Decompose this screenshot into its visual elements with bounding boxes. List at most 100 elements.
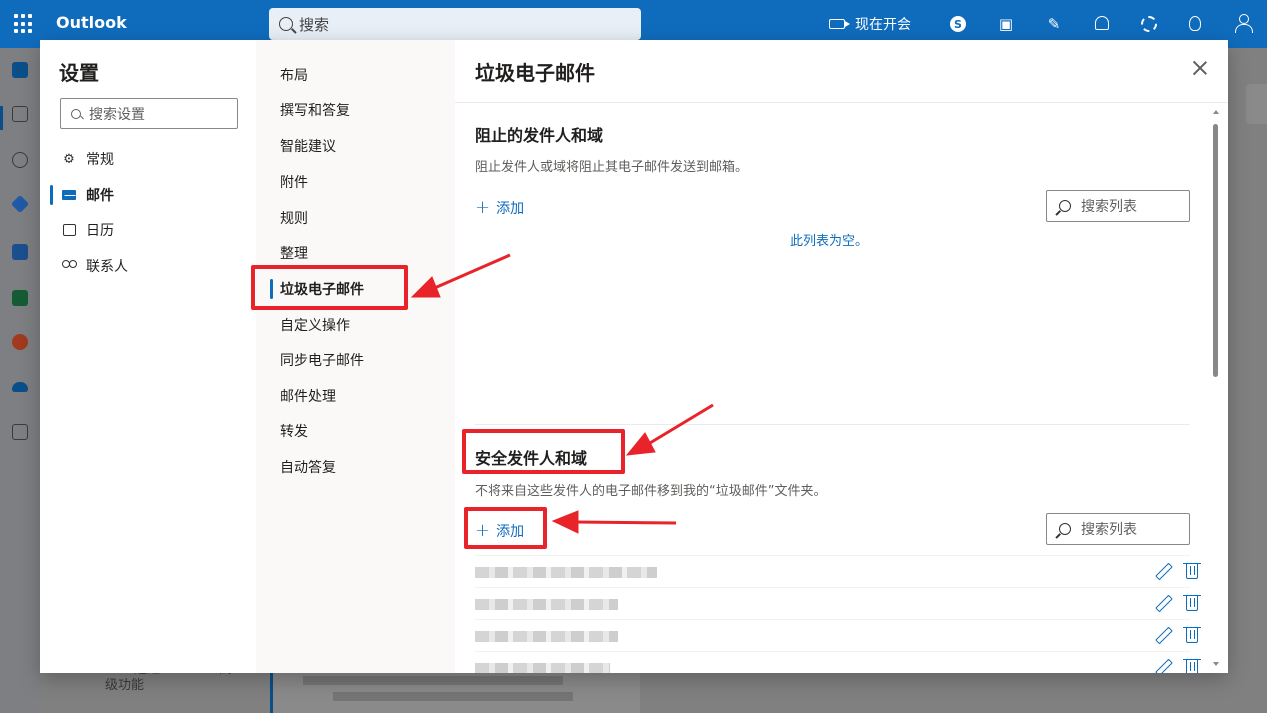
search-icon: [71, 108, 81, 119]
settings-nav-general[interactable]: ⚙ 常规: [50, 145, 114, 173]
onedrive-app-icon[interactable]: [12, 382, 28, 392]
mail-nav-rules[interactable]: 规则: [270, 204, 308, 232]
video-camera-icon: [829, 19, 850, 29]
more-apps-icon[interactable]: [12, 424, 28, 440]
highlight-junk-email-nav: [251, 265, 408, 310]
mail-nav-sweep[interactable]: 整理: [270, 239, 308, 267]
blocked-senders-description: 阻止发件人或域将阻止其电子邮件发送到邮箱。: [475, 160, 749, 175]
delete-icon[interactable]: [1183, 659, 1201, 673]
excel-app-icon[interactable]: [12, 290, 28, 306]
blocked-list-search-input[interactable]: 搜索列表: [1046, 190, 1190, 222]
settings-dialog: 设置 搜索设置 ⚙ 常规 邮件 日历 联系人 布局 撰写和答复 智能建议 附件 …: [40, 40, 1228, 673]
close-icon[interactable]: [1192, 60, 1208, 76]
safe-sender-row: [475, 555, 1201, 587]
mail-nav-message-handling[interactable]: 邮件处理: [270, 382, 336, 410]
app-rail: [0, 48, 40, 713]
mail-icon: [62, 188, 76, 202]
safe-list-search-input[interactable]: 搜索列表: [1046, 513, 1190, 545]
mail-nav-forwarding[interactable]: 转发: [270, 417, 308, 445]
edit-icon[interactable]: [1155, 660, 1169, 673]
highlight-add-safe-sender: [464, 507, 547, 549]
mail-nav-attachments[interactable]: 附件: [270, 168, 308, 196]
todo-app-icon[interactable]: [10, 194, 30, 214]
scroll-thumb[interactable]: [1213, 124, 1218, 377]
edit-icon[interactable]: [1155, 564, 1169, 578]
delete-icon[interactable]: [1183, 627, 1201, 643]
add-label: 添加: [496, 201, 525, 217]
delete-icon[interactable]: [1183, 563, 1201, 579]
plus-icon: +: [475, 197, 491, 218]
section-divider: [475, 424, 1190, 425]
blurred-sender-address: [475, 631, 618, 642]
mail-nav-sync-email[interactable]: 同步电子邮件: [270, 346, 364, 374]
people-app-icon[interactable]: [12, 152, 28, 168]
blurred-sender-address: [475, 599, 618, 610]
search-icon: [279, 17, 293, 31]
settings-nav-mail[interactable]: 邮件: [50, 181, 114, 209]
powerpoint-app-icon[interactable]: [12, 334, 28, 350]
blocked-list-empty-message: 此列表为空。: [790, 234, 869, 249]
global-search-input[interactable]: 搜索: [269, 8, 641, 40]
safe-sender-row: [475, 619, 1201, 651]
list-search-placeholder: 搜索列表: [1081, 199, 1137, 215]
junk-email-settings-pane: 垃圾电子邮件 阻止的发件人和域 阻止发件人或域将阻止其电子邮件发送到邮箱。 + …: [455, 40, 1228, 673]
scroll-up-arrow[interactable]: [1213, 110, 1219, 114]
app-title[interactable]: Outlook: [56, 13, 127, 32]
word-app-icon[interactable]: [12, 244, 28, 260]
blurred-text: [303, 676, 563, 685]
content-scrollbar[interactable]: [1213, 108, 1221, 673]
blocked-senders-title: 阻止的发件人和域: [475, 126, 604, 145]
meet-now-button[interactable]: 现在开会: [829, 14, 911, 34]
edit-icon[interactable]: ✎: [1044, 14, 1064, 34]
background-message-preview: [270, 672, 640, 713]
global-search-placeholder: 搜索: [299, 15, 330, 34]
settings-nav-label: 日历: [86, 223, 114, 239]
meet-now-label: 现在开会: [855, 17, 911, 33]
safe-sender-row: [475, 651, 1201, 673]
bell-icon[interactable]: [1095, 16, 1109, 30]
search-icon: [1059, 523, 1071, 535]
blurred-sender-address: [475, 567, 657, 578]
people-icon: [62, 259, 77, 273]
waffle-icon[interactable]: [14, 14, 34, 34]
search-icon: [1059, 200, 1071, 212]
settings-category-nav: 设置 搜索设置 ⚙ 常规 邮件 日历 联系人: [40, 40, 256, 673]
edit-icon[interactable]: [1155, 596, 1169, 610]
highlight-safe-senders-title: [462, 429, 625, 474]
settings-search-placeholder: 搜索设置: [89, 106, 145, 123]
settings-nav-label: 邮件: [86, 188, 114, 204]
rail-active-indicator: [0, 106, 3, 130]
scroll-down-arrow[interactable]: [1213, 662, 1219, 666]
title-divider: [455, 102, 1228, 103]
teams-icon[interactable]: ▣: [996, 14, 1016, 34]
page-title: 垃圾电子邮件: [475, 61, 595, 85]
mail-nav-custom-actions[interactable]: 自定义操作: [270, 311, 350, 339]
person-icon[interactable]: [1235, 14, 1253, 33]
mail-nav-automatic-replies[interactable]: 自动答复: [270, 453, 336, 481]
skype-icon[interactable]: S: [950, 16, 966, 32]
calendar-icon: [62, 223, 76, 237]
add-blocked-sender-button[interactable]: + 添加: [475, 198, 524, 218]
gear-icon: ⚙: [63, 151, 75, 167]
settings-nav-people[interactable]: 联系人: [50, 252, 128, 280]
list-search-placeholder: 搜索列表: [1081, 522, 1137, 538]
promo-line-2: 级功能: [105, 678, 145, 693]
mail-nav-compose-reply[interactable]: 撰写和答复: [270, 96, 350, 124]
gear-icon[interactable]: [1141, 16, 1157, 32]
safe-sender-row: [475, 587, 1201, 619]
blurred-sender-address: [475, 663, 610, 673]
background-dropdown: [1246, 84, 1267, 124]
mail-nav-smart-suggestions[interactable]: 智能建议: [270, 132, 336, 160]
mail-app-icon[interactable]: [12, 62, 28, 78]
settings-title: 设置: [59, 61, 99, 85]
delete-icon[interactable]: [1183, 595, 1201, 611]
settings-nav-label: 联系人: [86, 259, 128, 275]
edit-icon[interactable]: [1155, 628, 1169, 642]
lightbulb-icon[interactable]: [1189, 16, 1201, 31]
mail-nav-layout[interactable]: 布局: [270, 61, 308, 89]
settings-nav-calendar[interactable]: 日历: [50, 216, 114, 244]
settings-nav-label: 常规: [86, 152, 114, 168]
settings-search-input[interactable]: 搜索设置: [60, 98, 238, 129]
mail-settings-nav: 布局 撰写和答复 智能建议 附件 规则 整理 垃圾电子邮件 自定义操作 同步电子…: [256, 40, 455, 673]
calendar-app-icon[interactable]: [12, 106, 28, 122]
